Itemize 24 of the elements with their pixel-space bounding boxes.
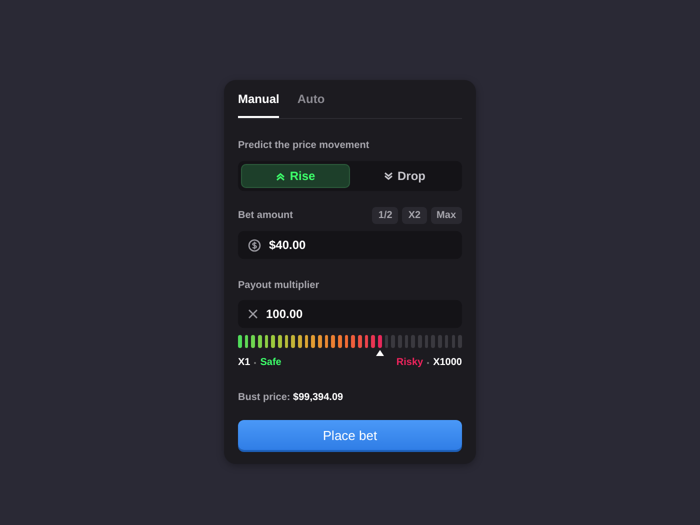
amount-shortcut[interactable]: Max: [430, 207, 462, 224]
bet-amount-field[interactable]: $40.00: [238, 231, 462, 259]
risky-caption: Risky: [396, 357, 424, 368]
amount-input[interactable]: $40.00: [269, 238, 429, 252]
tab[interactable]: Auto: [297, 90, 325, 118]
section-label: Predict the price movement: [238, 140, 370, 151]
min-multiplier: X1: [238, 357, 250, 368]
tab[interactable]: Manual: [238, 90, 280, 118]
direction-option[interactable]: Rise: [241, 164, 350, 188]
close-icon: [248, 309, 258, 319]
double-chevron-up-icon: [276, 172, 285, 180]
section-label: Payout multiplier: [238, 280, 320, 291]
bust-price: Bust price: $99,394.09: [238, 392, 344, 403]
amount-shortcut[interactable]: 1/2: [372, 207, 398, 224]
direction-option[interactable]: Drop: [350, 164, 459, 188]
amount-shortcut[interactable]: X2: [402, 207, 427, 224]
multiplier-input[interactable]: 100.00: [266, 307, 426, 321]
section-label: Bet amount: [238, 210, 293, 221]
safe-caption: Safe: [260, 357, 282, 368]
max-multiplier: X1000: [433, 357, 462, 368]
dollar-coin-icon: [248, 238, 261, 252]
multiplier-field[interactable]: 100.00: [238, 300, 462, 328]
pointer-icon[interactable]: [376, 350, 384, 356]
double-chevron-down-icon: [384, 172, 392, 180]
